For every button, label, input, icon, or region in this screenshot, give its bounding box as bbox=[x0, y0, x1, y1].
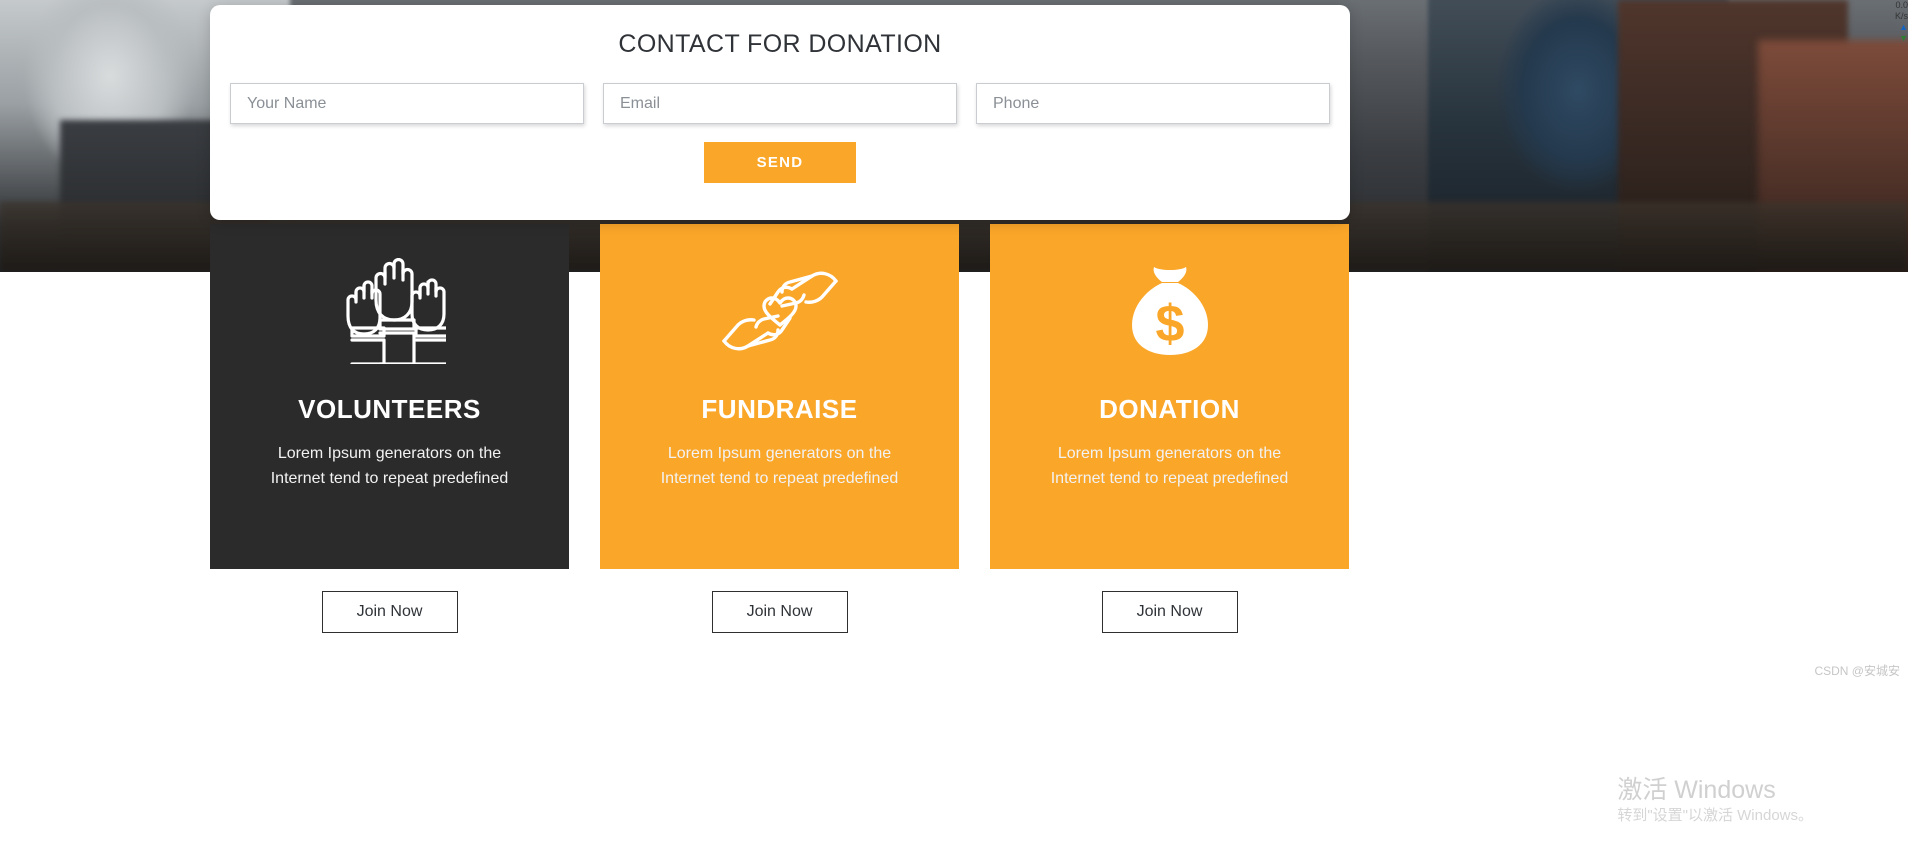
card-fundraise-text: Lorem Ipsum generators on the Internet t… bbox=[660, 445, 899, 487]
hands-heart-icon bbox=[720, 256, 840, 366]
join-now-button-donation[interactable]: Join Now bbox=[1101, 591, 1238, 633]
contact-form-fields-row bbox=[210, 59, 1350, 124]
network-speed-value: 0.0 bbox=[1895, 0, 1908, 10]
raised-hands-icon bbox=[334, 256, 446, 366]
card-volunteers-body: VOLUNTEERS Lorem Ipsum generators on the… bbox=[210, 224, 569, 569]
windows-activation-watermark: 激活 Windows 转到"设置"以激活 Windows。 bbox=[1617, 775, 1813, 827]
card-volunteers-title: VOLUNTEERS bbox=[298, 394, 481, 424]
svg-text:$: $ bbox=[1155, 295, 1184, 353]
upload-arrow-icon: ▲ bbox=[1899, 22, 1908, 32]
card-fundraise: FUNDRAISE Lorem Ipsum generators on the … bbox=[600, 224, 959, 633]
card-volunteers: VOLUNTEERS Lorem Ipsum generators on the… bbox=[210, 224, 569, 633]
phone-input[interactable] bbox=[993, 94, 1313, 113]
card-donation-body: $ DONATION Lorem Ipsum generators on the… bbox=[990, 224, 1349, 569]
csdn-watermark: CSDN @安城安 bbox=[1814, 664, 1900, 678]
email-field[interactable] bbox=[603, 83, 957, 124]
card-fundraise-body: FUNDRAISE Lorem Ipsum generators on the … bbox=[600, 224, 959, 569]
card-volunteers-text: Lorem Ipsum generators on the Internet t… bbox=[270, 445, 509, 487]
join-now-button-volunteers[interactable]: Join Now bbox=[321, 591, 458, 633]
phone-field[interactable] bbox=[976, 83, 1330, 124]
windows-activation-title: 激活 Windows bbox=[1617, 776, 1776, 804]
feature-cards-row: VOLUNTEERS Lorem Ipsum generators on the… bbox=[210, 224, 1350, 633]
card-donation-title: DONATION bbox=[1099, 394, 1240, 424]
windows-activation-subtitle: 转到"设置"以激活 Windows。 bbox=[1617, 807, 1813, 824]
your-name-input[interactable] bbox=[247, 94, 567, 113]
card-donation: $ DONATION Lorem Ipsum generators on the… bbox=[990, 224, 1349, 633]
card-fundraise-button-wrapper: Join Now bbox=[600, 591, 959, 633]
network-speed-unit: K/s bbox=[1894, 11, 1908, 21]
join-now-button-fundraise[interactable]: Join Now bbox=[711, 591, 848, 633]
download-arrow-icon: ▼ bbox=[1899, 33, 1908, 43]
email-input[interactable] bbox=[620, 94, 940, 113]
network-speed-gadget[interactable]: 0.0 K/s ▲ ▼ bbox=[1882, 0, 1908, 46]
contact-form-title: CONTACT FOR DONATION bbox=[618, 30, 942, 58]
contact-donation-form-card: CONTACT FOR DONATION SEND bbox=[210, 5, 1350, 220]
your-name-field[interactable] bbox=[230, 83, 584, 124]
card-donation-text: Lorem Ipsum generators on the Internet t… bbox=[1050, 445, 1289, 487]
card-fundraise-title: FUNDRAISE bbox=[701, 394, 858, 424]
card-donation-button-wrapper: Join Now bbox=[990, 591, 1349, 633]
send-button-wrapper: SEND bbox=[210, 142, 1350, 183]
money-bag-icon: $ bbox=[1118, 256, 1222, 366]
card-volunteers-button-wrapper: Join Now bbox=[210, 591, 569, 633]
send-button[interactable]: SEND bbox=[704, 142, 856, 183]
